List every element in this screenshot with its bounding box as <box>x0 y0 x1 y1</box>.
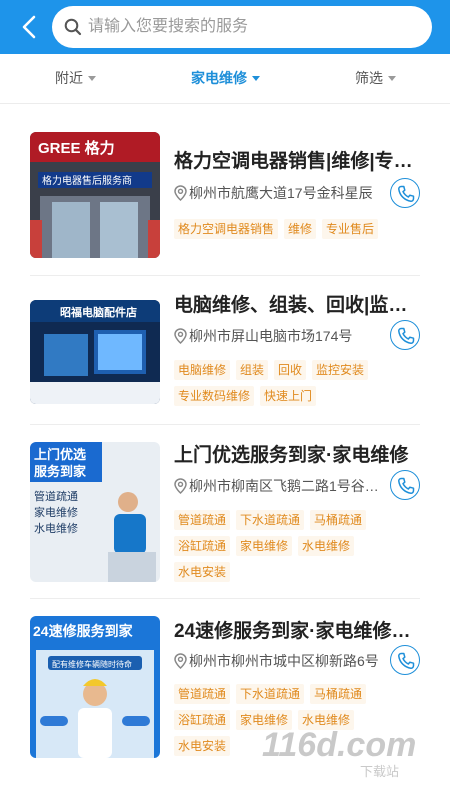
thumb-sign-text: 格力电器售后服务商 <box>42 174 132 187</box>
service-tag: 下水道疏通 <box>236 510 305 530</box>
thumb-logo-text: GREE 格力 <box>38 139 115 157</box>
location-pin-icon <box>174 478 187 495</box>
filter-nearby-label: 附近 <box>55 70 83 86</box>
listing-title[interactable]: 电脑维修、组装、回收|监控安装 <box>174 294 420 318</box>
service-tag: 管道疏通 <box>174 510 231 530</box>
service-tag: 专业数码维修 <box>174 386 255 406</box>
service-tag: 维修 <box>284 219 317 239</box>
listing-title[interactable]: 格力空调电器销售|维修|专卖店 <box>174 150 420 174</box>
service-tag: 快速上门 <box>260 386 317 406</box>
dropdown-caret-icon <box>88 75 96 81</box>
search-input[interactable]: 请输入您要搜索的服务 <box>52 6 432 48</box>
filter-category[interactable]: 家电维修 <box>191 68 260 88</box>
dropdown-caret-icon <box>388 75 396 81</box>
service-tag: 回收 <box>274 360 307 380</box>
location-pin-icon <box>174 653 187 670</box>
listing-address-text: 柳州市柳南区飞鹅二路1号谷埠街 <box>189 478 384 494</box>
service-tag: 电脑维修 <box>174 360 231 380</box>
back-arrow-icon[interactable] <box>14 12 44 42</box>
listing-tags: 电脑维修 组装 回收 监控安装专业数码维修 快速上门 <box>174 360 420 412</box>
thumb-headline-2: 服务到家 <box>34 464 87 479</box>
listing-thumbnail: GREE 格力 格力电器售后服务商 <box>30 132 160 258</box>
location-pin-icon <box>174 328 187 345</box>
divider <box>30 424 420 425</box>
thumb-service-1: 管道疏通 <box>34 489 78 503</box>
service-tag: 监控安装 <box>312 360 369 380</box>
thumb-caption: 配有维修车辆随时待命 <box>52 659 132 669</box>
service-tag: 浴缸疏通 <box>174 536 231 556</box>
search-icon <box>64 18 82 36</box>
service-tag: 浴缸疏通 <box>174 710 231 730</box>
filter-nearby[interactable]: 附近 <box>55 68 96 88</box>
filter-category-label: 家电维修 <box>191 70 247 86</box>
thumb-headline: 24速修服务到家 <box>33 623 134 639</box>
thumb-service-2: 家电维修 <box>34 505 78 519</box>
divider <box>30 598 420 599</box>
listing-address: 柳州市柳南区飞鹅二路1号谷埠街 <box>174 476 384 496</box>
filter-more-label: 筛选 <box>355 70 383 86</box>
service-tag: 水电安装 <box>174 736 231 756</box>
listing-address-text: 柳州市航鹰大道17号金科星辰 <box>189 185 373 201</box>
listing-tags: 管道疏通 下水道疏通 马桶疏通浴缸疏通 家电维修 水电维修水电安装 <box>174 510 420 588</box>
thumb-headline-1: 上门优选 <box>34 447 86 462</box>
call-phone-icon[interactable] <box>390 320 420 350</box>
watermark-sub: 下载站 <box>360 764 399 779</box>
listing-title[interactable]: 24速修服务到家·家电维修疏通 <box>174 620 420 644</box>
watermark-logo: 116d.com <box>262 726 416 764</box>
call-phone-icon[interactable] <box>390 645 420 675</box>
divider <box>30 275 420 276</box>
service-tag: 下水道疏通 <box>236 684 305 704</box>
listing-card[interactable]: 上门优选 服务到家 管道疏通 家电维修 水电维修 上门优选服务到家·家电维修 柳… <box>30 442 420 584</box>
listing-thumbnail: 上门优选 服务到家 管道疏通 家电维修 水电维修 <box>30 442 160 582</box>
listing-tags: 格力空调电器销售 维修 专业售后 <box>174 219 420 245</box>
thumb-shop-name: 昭福电脑配件店 <box>60 305 137 319</box>
dropdown-caret-icon <box>252 75 260 81</box>
call-phone-icon[interactable] <box>390 470 420 500</box>
top-bar: 请输入您要搜索的服务 <box>0 0 450 54</box>
listing-address-text: 柳州市屏山电脑市场174号 <box>189 328 353 344</box>
listing-title[interactable]: 上门优选服务到家·家电维修 <box>174 444 420 468</box>
service-tag: 马桶疏通 <box>310 684 367 704</box>
filter-bar: 附近 家电维修 筛选 <box>0 54 450 104</box>
listing-card[interactable]: GREE 格力 格力电器售后服务商 格力空调电器销售|维修|专卖店 柳州市航鹰大… <box>30 132 420 262</box>
listing-thumbnail: 昭福电脑配件店 <box>30 300 160 404</box>
service-tag: 专业售后 <box>322 219 379 239</box>
thumb-service-3: 水电维修 <box>34 521 78 535</box>
service-tag: 管道疏通 <box>174 684 231 704</box>
search-placeholder: 请输入您要搜索的服务 <box>88 18 249 35</box>
filter-more[interactable]: 筛选 <box>355 68 396 88</box>
service-tag: 水电安装 <box>174 562 231 582</box>
listing-thumbnail: 24速修服务到家 配有维修车辆随时待命 <box>30 616 160 758</box>
service-tag: 格力空调电器销售 <box>174 219 279 239</box>
listing-card[interactable]: 昭福电脑配件店 电脑维修、组装、回收|监控安装 柳州市屏山电脑市场174号 电脑… <box>30 295 420 406</box>
service-tag: 家电维修 <box>236 536 293 556</box>
service-tag: 组装 <box>236 360 269 380</box>
site-watermark: 116d.com 下载站 <box>258 718 438 780</box>
listing-address: 柳州市屏山电脑市场174号 <box>174 326 384 346</box>
location-pin-icon <box>174 185 187 202</box>
service-tag: 水电维修 <box>298 536 355 556</box>
listing-address: 柳州市航鹰大道17号金科星辰 <box>174 183 384 203</box>
listing-address: 柳州市柳州市城中区柳新路6号 <box>174 651 384 671</box>
listing-address-text: 柳州市柳州市城中区柳新路6号 <box>189 653 379 669</box>
call-phone-icon[interactable] <box>390 178 420 208</box>
service-tag: 马桶疏通 <box>310 510 367 530</box>
